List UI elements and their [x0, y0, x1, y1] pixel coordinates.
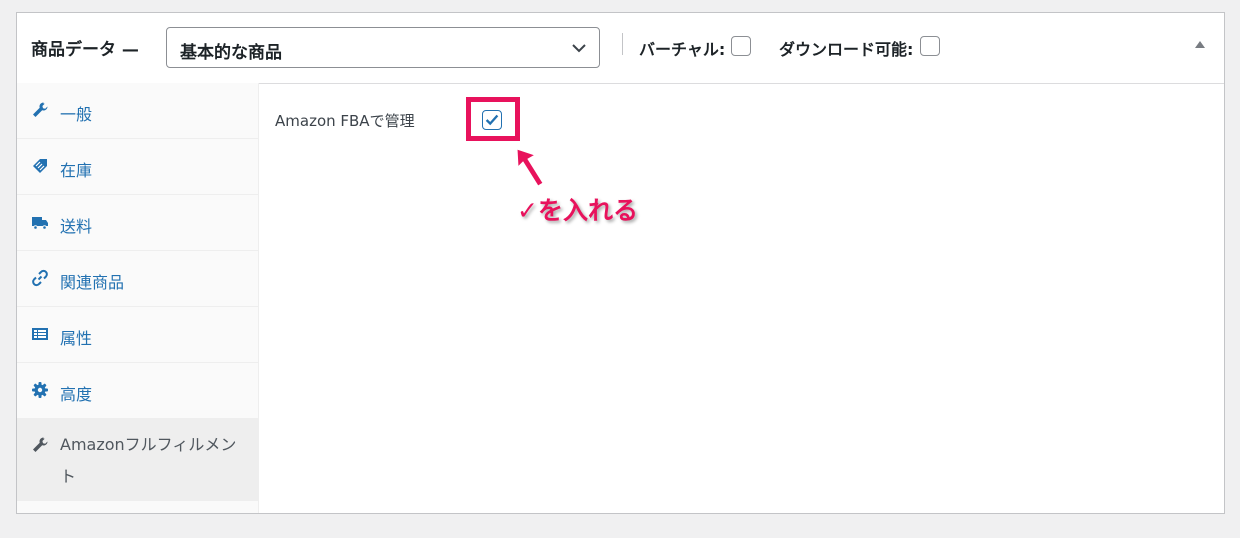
tab-label: Amazonフルフィルメント: [60, 435, 237, 486]
product-type-value: 基本的な商品: [180, 43, 282, 63]
fba-label: Amazon FBAで管理: [275, 112, 415, 130]
product-data-tabs: 一般 在庫 送料 関連商品 属性 高度 Amazonフルフィルメント: [17, 83, 259, 513]
fba-checkbox[interactable]: [482, 110, 502, 130]
collapse-toggle-icon[interactable]: [1194, 39, 1206, 49]
tag-icon: [33, 159, 47, 173]
panel-title: 商品データ —: [31, 40, 139, 60]
tab-label: 一般: [60, 105, 93, 124]
virtual-checkbox[interactable]: [731, 36, 751, 56]
wrench-icon: [33, 437, 48, 452]
chevron-down-icon: [572, 44, 586, 53]
header-divider: [622, 33, 623, 55]
tab-linked-products[interactable]: 関連商品: [17, 251, 258, 307]
virtual-label: バーチャル:: [639, 40, 726, 59]
tab-label: 送料: [60, 217, 93, 236]
link-icon: [32, 269, 48, 287]
truck-icon: [32, 217, 48, 230]
wrench-icon: [33, 102, 48, 117]
tab-inventory[interactable]: 在庫: [17, 139, 258, 195]
tab-label: 関連商品: [60, 273, 125, 292]
tab-amazon-fulfillment[interactable]: Amazonフルフィルメント: [17, 419, 258, 501]
tab-advanced[interactable]: 高度: [17, 363, 258, 419]
list-icon: [32, 328, 48, 340]
tab-label: 在庫: [60, 161, 93, 180]
downloadable-checkbox[interactable]: [920, 36, 940, 56]
tab-content-amazon-fulfillment: Amazon FBAで管理 ✓を入れる: [259, 83, 1224, 513]
tab-attributes[interactable]: 属性: [17, 307, 258, 363]
product-type-select[interactable]: 基本的な商品: [166, 27, 600, 68]
tab-label: 属性: [60, 329, 93, 348]
product-data-panel: 商品データ — 基本的な商品 バーチャル: ダウンロード可能: 一般 在庫 送料…: [16, 12, 1225, 514]
panel-header: 商品データ — 基本的な商品 バーチャル: ダウンロード可能:: [17, 13, 1224, 84]
pointer-arrow-icon: [516, 148, 544, 187]
downloadable-label: ダウンロード可能:: [779, 40, 914, 59]
tab-general[interactable]: 一般: [17, 83, 258, 139]
checkmark-icon: [485, 114, 499, 126]
gear-icon: [32, 382, 48, 398]
tab-shipping[interactable]: 送料: [17, 195, 258, 251]
instruction-annotation: ✓を入れる: [517, 196, 638, 225]
tab-label: 高度: [60, 385, 93, 404]
